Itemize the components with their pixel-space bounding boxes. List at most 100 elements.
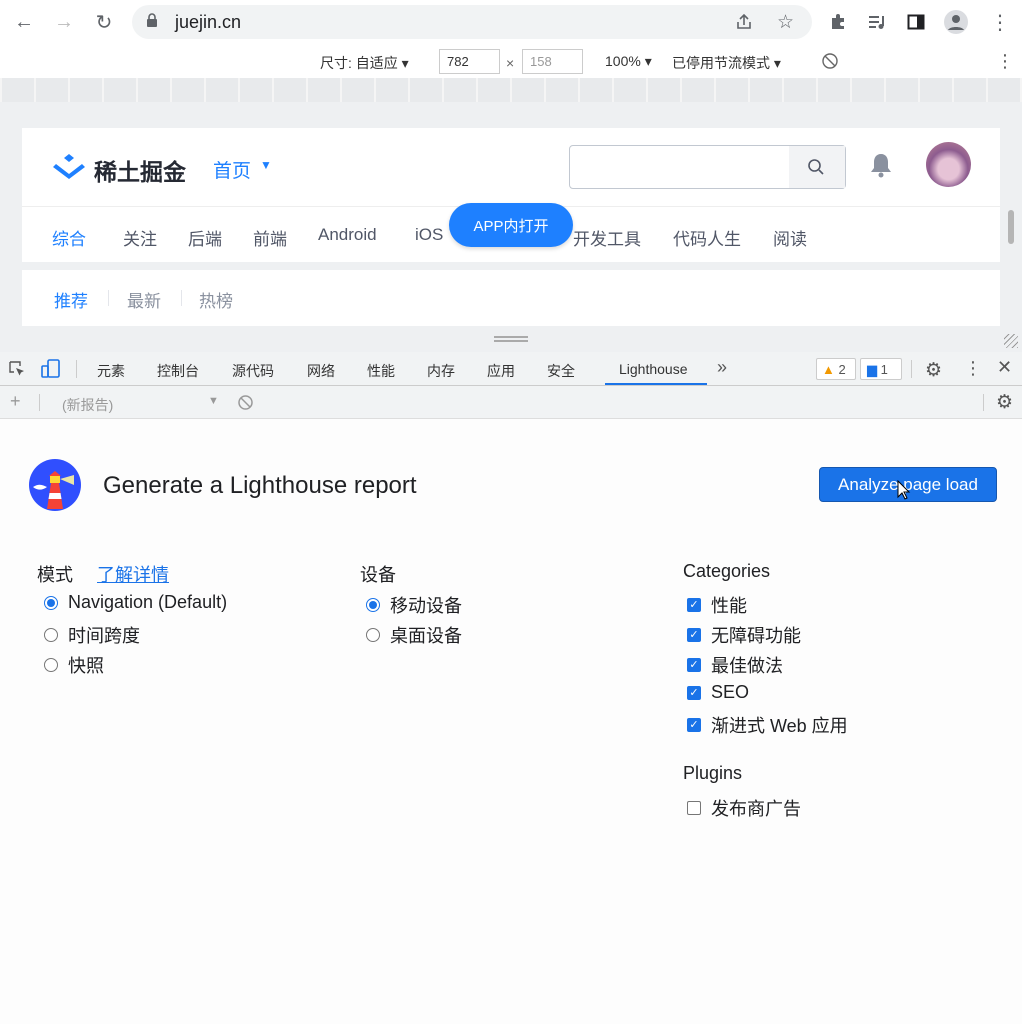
learn-more-link[interactable]: 了解详情 <box>97 561 169 587</box>
width-input[interactable]: 782 <box>439 49 500 74</box>
device-toggle-icon[interactable] <box>41 359 61 382</box>
clear-report-icon[interactable] <box>237 394 254 414</box>
tab-all[interactable]: 综合 <box>52 225 86 250</box>
checkbox-checked[interactable]: ✓ <box>687 628 701 642</box>
category-pwa-label: 渐进式 Web 应用 <box>711 716 848 736</box>
category-seo-checkbox[interactable]: ✓ SEO <box>687 682 749 703</box>
media-query-ruler <box>0 78 1022 102</box>
juejin-logo-icon[interactable] <box>52 152 86 187</box>
tab-following[interactable]: 关注 <box>123 225 157 250</box>
bookmark-star-icon[interactable]: ☆ <box>777 11 794 34</box>
category-performance-label: 性能 <box>711 596 747 616</box>
radio-button-checked[interactable] <box>366 598 380 612</box>
radio-button-checked[interactable] <box>44 595 58 610</box>
category-pwa-checkbox[interactable]: ✓ 渐进式 Web 应用 <box>687 712 848 738</box>
home-menu-caret-icon[interactable]: ▼ <box>260 158 272 172</box>
user-avatar[interactable] <box>926 142 971 187</box>
category-performance-checkbox[interactable]: ✓ 性能 <box>687 592 747 618</box>
times-sign: × <box>506 55 515 71</box>
share-icon[interactable] <box>735 13 753 36</box>
forward-icon[interactable]: → <box>50 8 78 36</box>
tab-dev-tools[interactable]: 开发工具 <box>573 225 641 250</box>
corner-resize-handle[interactable] <box>1004 334 1018 348</box>
subtab-divider <box>181 290 182 306</box>
plugin-publisher-ads-checkbox[interactable]: 发布商广告 <box>687 795 801 821</box>
browser-menu-icon[interactable]: ⋮ <box>988 10 1012 34</box>
subtab-latest[interactable]: 最新 <box>127 287 161 312</box>
notification-bell-icon[interactable] <box>869 152 893 183</box>
checkbox-checked[interactable]: ✓ <box>687 598 701 612</box>
radio-button[interactable] <box>366 628 380 642</box>
report-select-caret-icon[interactable]: ▼ <box>208 395 219 407</box>
subtab-divider <box>108 290 109 306</box>
juejin-logo-text[interactable]: 稀土掘金 <box>94 153 186 187</box>
throttle-select[interactable]: 已停用节流模式 ▾ <box>672 53 781 73</box>
side-panel-icon[interactable] <box>904 10 928 34</box>
height-input[interactable]: 158 <box>522 49 583 74</box>
rotate-icon[interactable] <box>821 52 839 73</box>
tab-memory[interactable]: 内存 <box>427 361 455 381</box>
home-menu[interactable]: 首页 <box>213 156 251 183</box>
reload-icon[interactable]: ↻ <box>90 8 118 36</box>
profile-avatar-icon[interactable] <box>944 10 968 34</box>
mouse-cursor-icon <box>897 479 911 505</box>
lighthouse-settings-icon[interactable]: ⚙ <box>996 391 1013 414</box>
tab-backend[interactable]: 后端 <box>188 225 222 250</box>
lock-icon[interactable] <box>146 13 158 27</box>
open-in-app-button[interactable]: APP内打开 <box>449 203 573 247</box>
dimensions-select[interactable]: 尺寸: 自适应 ▾ <box>320 53 409 73</box>
warnings-counter[interactable]: ▲ 2 <box>816 358 856 380</box>
tab-lighthouse[interactable]: Lighthouse <box>619 361 688 377</box>
tab-android[interactable]: Android <box>318 225 377 245</box>
search-button[interactable] <box>789 146 845 188</box>
device-desktop-radio[interactable]: 桌面设备 <box>366 622 462 648</box>
mode-snapshot-radio[interactable]: 快照 <box>44 652 104 678</box>
inspect-element-icon[interactable] <box>8 360 26 381</box>
tab-security[interactable]: 安全 <box>547 361 575 381</box>
tab-elements[interactable]: 元素 <box>97 361 125 381</box>
tab-frontend[interactable]: 前端 <box>253 225 287 250</box>
checkbox-checked[interactable]: ✓ <box>687 718 701 732</box>
checkbox[interactable] <box>687 801 701 815</box>
media-queue-icon[interactable] <box>866 10 890 34</box>
checkbox-checked[interactable]: ✓ <box>687 685 701 700</box>
settings-gear-icon[interactable]: ⚙ <box>925 359 942 382</box>
back-icon[interactable]: ← <box>10 8 38 36</box>
checkbox-checked[interactable]: ✓ <box>687 658 701 672</box>
report-select[interactable]: (新报告) <box>62 395 113 415</box>
more-tabs-icon[interactable]: » <box>717 357 727 378</box>
resize-handle[interactable] <box>494 336 528 342</box>
devtools-menu-icon[interactable]: ⋮ <box>964 358 982 379</box>
tab-network[interactable]: 网络 <box>307 361 335 381</box>
category-accessibility-checkbox[interactable]: ✓ 无障碍功能 <box>687 622 801 648</box>
mode-navigation-radio[interactable]: Navigation (Default) <box>44 592 227 613</box>
tab-performance[interactable]: 性能 <box>367 361 395 381</box>
new-report-plus-icon[interactable]: + <box>10 391 21 412</box>
lighthouse-title: Generate a Lighthouse report <box>103 472 417 499</box>
close-devtools-icon[interactable]: ✕ <box>997 357 1012 378</box>
tab-code-life[interactable]: 代码人生 <box>673 225 741 250</box>
radio-button[interactable] <box>44 658 58 672</box>
category-best-practices-checkbox[interactable]: ✓ 最佳做法 <box>687 652 783 678</box>
subtab-hot[interactable]: 热榜 <box>199 287 233 312</box>
subtab-recommended[interactable]: 推荐 <box>54 287 88 312</box>
mode-timespan-radio[interactable]: 时间跨度 <box>44 622 140 648</box>
radio-button[interactable] <box>44 628 58 642</box>
device-mobile-radio[interactable]: 移动设备 <box>366 592 462 618</box>
tab-ios[interactable]: iOS <box>415 225 443 245</box>
device-more-icon[interactable]: ⋮ <box>996 51 1014 72</box>
plugin-publisher-ads-label: 发布商广告 <box>711 799 801 819</box>
zoom-select[interactable]: 100% ▾ <box>605 53 652 70</box>
address-bar[interactable]: juejin.cn ☆ <box>132 5 812 39</box>
mode-timespan-label: 时间跨度 <box>68 626 140 646</box>
tab-application[interactable]: 应用 <box>487 361 515 381</box>
tab-console[interactable]: 控制台 <box>157 361 199 381</box>
extensions-icon[interactable] <box>826 10 850 34</box>
messages-counter[interactable]: ▆ 1 <box>860 358 902 380</box>
tab-sources[interactable]: 源代码 <box>232 361 274 381</box>
category-seo-label: SEO <box>711 682 750 702</box>
viewport-scrollbar[interactable] <box>1008 210 1014 244</box>
tab-reading[interactable]: 阅读 <box>773 225 807 250</box>
toolbar-separator <box>983 394 984 411</box>
search-input[interactable] <box>569 145 846 189</box>
